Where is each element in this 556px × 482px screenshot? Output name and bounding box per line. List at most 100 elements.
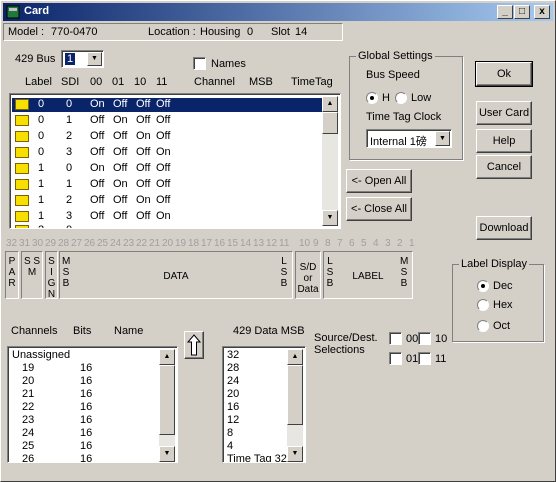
names-checkbox[interactable] bbox=[193, 57, 206, 70]
cell-01: Off bbox=[113, 130, 128, 142]
list-item[interactable]: 20 bbox=[227, 388, 289, 401]
list-item[interactable]: 32 bbox=[227, 349, 289, 362]
hex-radio[interactable] bbox=[477, 299, 489, 311]
list-item[interactable]: Time Tag 32 bbox=[227, 453, 289, 462]
sd-01-checkbox[interactable] bbox=[389, 352, 402, 365]
label-list-scrollbar[interactable]: ▲ ▼ bbox=[322, 96, 338, 226]
data-field: M S B DATA L S B bbox=[59, 251, 293, 299]
list-item[interactable]: 21 16 bbox=[12, 388, 162, 401]
scroll-down-icon[interactable]: ▼ bbox=[159, 446, 175, 462]
high-speed-radio[interactable] bbox=[366, 92, 378, 104]
list-item[interactable]: 26 16 bbox=[12, 453, 162, 462]
list-item[interactable]: 22 16 bbox=[12, 401, 162, 414]
table-row[interactable]: 0 3 Off Off Off On bbox=[12, 146, 322, 160]
sd-00-checkbox[interactable] bbox=[389, 332, 402, 345]
slot-value: 14 bbox=[295, 26, 308, 38]
minimize-button[interactable]: _ bbox=[497, 5, 513, 19]
cell-00: Off bbox=[90, 210, 105, 222]
list-item[interactable]: 28 bbox=[227, 362, 289, 375]
cell-00: Off bbox=[90, 194, 105, 206]
scroll-down-icon[interactable]: ▼ bbox=[287, 446, 303, 462]
bit-number: 29 bbox=[45, 238, 57, 249]
close-all-button[interactable]: <- Close All bbox=[346, 197, 412, 221]
cell-label: 0 bbox=[38, 130, 45, 142]
scroll-thumb[interactable] bbox=[159, 365, 175, 435]
list-item[interactable]: 4 bbox=[227, 440, 289, 453]
scroll-up-icon[interactable]: ▲ bbox=[322, 96, 338, 112]
download-button[interactable]: Download bbox=[476, 216, 532, 240]
list-item[interactable]: 25 16 bbox=[12, 440, 162, 453]
label-list[interactable]: 0 0 On Off Off Off 0 1 Off On Off Off 0 2 Off Off On Of… bbox=[9, 93, 341, 229]
channel-number: 21 bbox=[22, 388, 35, 400]
oct-radio[interactable] bbox=[477, 320, 489, 332]
scroll-down-icon[interactable]: ▼ bbox=[322, 210, 338, 226]
cell-11: Off bbox=[156, 178, 171, 190]
dec-radio[interactable] bbox=[477, 280, 489, 292]
chevron-down-icon[interactable]: ▼ bbox=[435, 131, 450, 146]
folder-icon bbox=[15, 211, 29, 222]
bit-number: 16 bbox=[214, 238, 226, 249]
low-speed-radio[interactable] bbox=[395, 92, 407, 104]
table-row[interactable]: 1 0 On Off Off Off bbox=[12, 162, 322, 176]
ok-button[interactable]: Ok bbox=[475, 61, 533, 87]
table-row[interactable]: 0 0 On Off Off Off bbox=[12, 98, 322, 112]
col-00-header: 00 bbox=[90, 76, 103, 88]
cell-11: Off bbox=[156, 130, 171, 142]
list-item[interactable]: Unassigned bbox=[12, 349, 70, 362]
msb-list[interactable]: 32 28 24 20 16 12 8 4 Time Tag 32 ▲ ▼ bbox=[222, 346, 306, 463]
list-item[interactable]: 19 16 bbox=[12, 362, 162, 375]
cancel-button[interactable]: Cancel bbox=[476, 155, 532, 179]
cell-sdi: 3 bbox=[66, 210, 73, 222]
time-tag-clock-value: Internal 1磅 bbox=[370, 136, 427, 148]
cell-sdi: 2 bbox=[66, 194, 73, 206]
scroll-up-icon[interactable]: ▲ bbox=[159, 349, 175, 365]
list-item[interactable]: 23 16 bbox=[12, 414, 162, 427]
bit-number: 17 bbox=[201, 238, 213, 249]
list-item[interactable]: 20 16 bbox=[12, 375, 162, 388]
table-row[interactable]: 1 1 Off On Off Off bbox=[12, 178, 322, 192]
time-tag-clock-select[interactable]: Internal 1磅 ▼ bbox=[366, 129, 452, 148]
open-all-button[interactable]: <- Open All bbox=[346, 169, 412, 193]
user-card-button[interactable]: User Card bbox=[476, 101, 532, 125]
bit-number: 2 bbox=[397, 238, 403, 249]
channels-list[interactable]: Unassigned 19 16 20 16 21 16 22 16 23 16 24 16… bbox=[7, 346, 178, 463]
bit-number: 11 bbox=[279, 238, 290, 249]
bit-number: 23 bbox=[123, 238, 135, 249]
channel-number: 19 bbox=[22, 362, 35, 374]
cell-sdi: 1 bbox=[66, 178, 73, 190]
close-button[interactable]: x bbox=[534, 5, 550, 19]
bus-select[interactable]: 1 ▼ bbox=[61, 50, 104, 68]
maximize-button[interactable]: □ bbox=[514, 5, 530, 19]
msb-scrollbar[interactable]: ▲ ▼ bbox=[287, 349, 303, 462]
table-row[interactable]: 1 3 Off Off Off On bbox=[12, 210, 322, 224]
list-item[interactable]: 16 bbox=[227, 401, 289, 414]
channels-scrollbar[interactable]: ▲ ▼ bbox=[159, 349, 175, 462]
bus-speed-label: Bus Speed bbox=[366, 69, 420, 81]
channel-bits: 16 bbox=[80, 427, 93, 439]
cell-00: Off bbox=[90, 114, 105, 126]
table-row[interactable]: 0 2 Off Off On Off bbox=[12, 130, 322, 144]
scroll-thumb[interactable] bbox=[322, 112, 338, 134]
help-button[interactable]: Help bbox=[476, 129, 532, 153]
list-item[interactable]: 24 bbox=[227, 375, 289, 388]
data-label: DATA bbox=[163, 271, 189, 282]
time-tag-clock-label: Time Tag Clock bbox=[366, 111, 442, 123]
table-row[interactable]: 1 2 Off Off On Off bbox=[12, 194, 322, 208]
list-item[interactable]: 12 bbox=[227, 414, 289, 427]
table-row[interactable]: 0 1 Off On Off Off bbox=[12, 114, 322, 128]
cell-10: Off bbox=[136, 98, 151, 110]
bit-number: 31 bbox=[19, 238, 31, 249]
sd-10-label: 10 bbox=[435, 333, 448, 345]
sd-11-checkbox[interactable] bbox=[418, 352, 431, 365]
sd-10-checkbox[interactable] bbox=[418, 332, 431, 345]
bit-number: 25 bbox=[97, 238, 109, 249]
scroll-thumb[interactable] bbox=[287, 365, 303, 425]
scroll-up-icon[interactable]: ▲ bbox=[287, 349, 303, 365]
list-item[interactable]: 8 bbox=[227, 427, 289, 440]
assign-up-button[interactable] bbox=[184, 331, 204, 359]
list-item[interactable]: 24 16 bbox=[12, 427, 162, 440]
chevron-down-icon[interactable]: ▼ bbox=[87, 52, 102, 66]
col-label-header: Label bbox=[25, 76, 52, 88]
selections-label: Selections bbox=[314, 344, 365, 356]
table-row[interactable]: 20 bbox=[12, 224, 322, 228]
